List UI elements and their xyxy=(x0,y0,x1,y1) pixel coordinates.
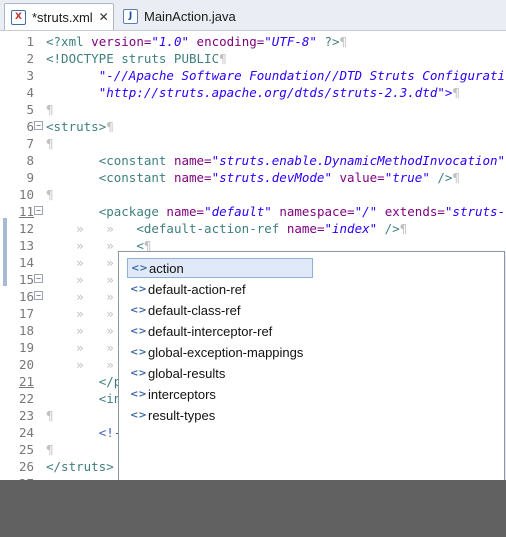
code-text: "http://struts.apache.org/dtds/struts-2.… xyxy=(98,85,460,100)
code-text: ¶ xyxy=(46,102,54,117)
code-line[interactable]: 8 <constant name="struts.enable.DynamicM… xyxy=(0,152,506,169)
xml-element-icon: <> xyxy=(130,283,147,295)
line-number: 6 xyxy=(26,119,34,134)
java-file-icon: J xyxy=(123,8,138,24)
line-number: 9 xyxy=(26,170,34,185)
code-text: <constant name="struts.enable.DynamicMet… xyxy=(98,153,506,168)
tab-label: *struts.xml xyxy=(32,9,93,25)
code-line[interactable]: 7 ¶ xyxy=(0,135,506,152)
assist-item-label: interceptors xyxy=(148,386,216,402)
code-text: <!DOCTYPE struts PUBLIC¶ xyxy=(46,51,227,66)
status-area xyxy=(0,480,506,537)
assist-item-global-exception-mappings[interactable]: <> global-exception-mappings xyxy=(127,342,313,362)
code-text: <!-- xyxy=(98,425,129,440)
code-line[interactable]: 1 <?xml version="1.0" encoding="UTF-8" ?>… xyxy=(0,33,506,50)
line-number: 22 xyxy=(18,391,34,406)
tab-struts-xml[interactable]: X *struts.xml ✕ xyxy=(4,3,114,30)
line-number: 1 xyxy=(26,34,34,49)
fold-toggle-icon[interactable]: − xyxy=(34,291,43,300)
assist-item-default-interceptor-ref[interactable]: <> default-interceptor-ref xyxy=(127,321,313,341)
assist-item-default-action-ref[interactable]: <> default-action-ref xyxy=(127,279,313,299)
code-text: ¶ xyxy=(46,408,54,423)
code-text: <struts>¶ xyxy=(46,119,114,134)
code-text: ¶ xyxy=(46,442,54,457)
editor-tab-bar: X *struts.xml ✕ J MainAction.java xyxy=(0,0,506,31)
assist-item-label: default-interceptor-ref xyxy=(148,323,273,339)
assist-item-label: default-class-ref xyxy=(148,302,241,318)
line-number: 4 xyxy=(26,85,34,100)
code-text: <?xml version="1.0" encoding="UTF-8" ?>¶ xyxy=(46,34,348,49)
line-number: 18 xyxy=(18,323,34,338)
line-number: 10 xyxy=(18,187,34,202)
line-number: 2 xyxy=(26,51,34,66)
line-number: 3 xyxy=(26,68,34,83)
assist-item-label: global-exception-mappings xyxy=(148,344,304,360)
code-line[interactable]: 10 ¶ xyxy=(0,186,506,203)
line-number: 23 xyxy=(18,408,34,423)
assist-item-label: default-action-ref xyxy=(148,281,246,297)
code-text: ¶ xyxy=(46,136,54,151)
xml-element-icon: <> xyxy=(131,262,148,274)
tab-label: MainAction.java xyxy=(144,8,236,24)
code-text: "-//Apache Software Foundation//DTD Stru… xyxy=(98,68,506,83)
line-number: 16 xyxy=(18,289,34,304)
line-number: 19 xyxy=(18,340,34,355)
line-number: 15 xyxy=(18,272,34,287)
code-text: » » <default-action-ref name="index" />¶ xyxy=(46,221,408,236)
content-assist-popup[interactable]: <> action <> default-action-ref <> default-cl… xyxy=(118,251,505,483)
line-number: 14 xyxy=(18,255,34,270)
assist-item-label: global-results xyxy=(148,365,226,381)
code-line[interactable]: 6− <struts>¶ xyxy=(0,118,506,135)
xml-file-icon: X xyxy=(11,9,26,25)
assist-item-interceptors[interactable]: <> interceptors xyxy=(127,384,313,404)
close-icon[interactable]: ✕ xyxy=(99,10,109,24)
assist-item-action[interactable]: <> action xyxy=(127,258,313,278)
line-number: 17 xyxy=(18,306,34,321)
line-number: 11 xyxy=(18,204,34,219)
xml-element-icon: <> xyxy=(130,304,147,316)
code-line[interactable]: 2 <!DOCTYPE struts PUBLIC¶ xyxy=(0,50,506,67)
code-text: </struts> xyxy=(46,459,114,474)
assist-item-label: action xyxy=(149,260,184,276)
fold-toggle-icon[interactable]: − xyxy=(34,121,43,130)
assist-item-label: result-types xyxy=(148,407,216,423)
assist-item-result-types[interactable]: <> result-types xyxy=(127,405,313,425)
xml-element-icon: <> xyxy=(130,346,147,358)
assist-item-global-results[interactable]: <> global-results xyxy=(127,363,313,383)
line-number: 21 xyxy=(18,374,34,389)
xml-element-icon: <> xyxy=(130,409,147,421)
code-text: ¶ xyxy=(46,187,54,202)
line-number: 26 xyxy=(18,459,34,474)
line-number: 12 xyxy=(18,221,34,236)
code-line[interactable]: 5 ¶ xyxy=(0,101,506,118)
line-number: 5 xyxy=(26,102,34,117)
code-line[interactable]: 4 "http://struts.apache.org/dtds/struts-… xyxy=(0,84,506,101)
line-number: 25 xyxy=(18,442,34,457)
line-number: 13 xyxy=(18,238,34,253)
xml-element-icon: <> xyxy=(130,367,147,379)
xml-element-icon: <> xyxy=(130,325,147,337)
code-line[interactable]: 9 <constant name="struts.devMode" value=… xyxy=(0,169,506,186)
line-number: 7 xyxy=(26,136,34,151)
code-line[interactable]: 3 "-//Apache Software Foundation//DTD St… xyxy=(0,67,506,84)
code-text: <package name="default" namespace="/" ex… xyxy=(98,204,506,219)
code-line[interactable]: 11− <package name="default" namespace="/… xyxy=(0,203,506,220)
tab-mainaction-java[interactable]: J MainAction.java xyxy=(117,3,247,29)
fold-toggle-icon[interactable]: − xyxy=(34,206,43,215)
assist-item-default-class-ref[interactable]: <> default-class-ref xyxy=(127,300,313,320)
code-text: <constant name="struts.devMode" value="t… xyxy=(98,170,460,185)
xml-element-icon: <> xyxy=(130,388,147,400)
line-number: 8 xyxy=(26,153,34,168)
fold-toggle-icon[interactable]: − xyxy=(34,274,43,283)
line-number: 20 xyxy=(18,357,34,372)
code-line[interactable]: 12 » » <default-action-ref name="index" … xyxy=(0,220,506,237)
line-number: 24 xyxy=(18,425,34,440)
